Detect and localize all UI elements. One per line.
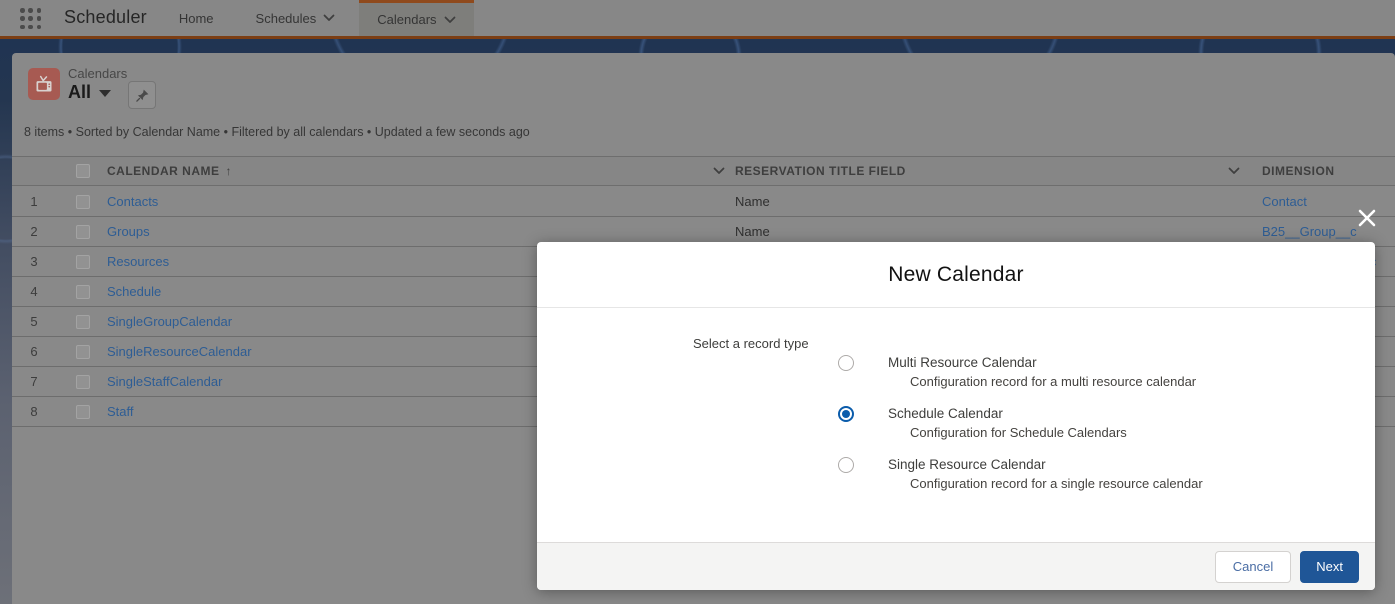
calendar-name-link[interactable]: SingleGroupCalendar bbox=[107, 314, 232, 329]
row-checkbox[interactable] bbox=[76, 254, 90, 269]
record-type-description: Configuration for Schedule Calendars bbox=[910, 425, 1127, 440]
calendar-name-link[interactable]: Staff bbox=[107, 404, 134, 419]
list-status-text: 8 items • Sorted by Calendar Name • Filt… bbox=[24, 125, 530, 139]
list-view-selector[interactable]: All bbox=[68, 82, 112, 103]
table-row: 1 Contacts Name Contact bbox=[12, 187, 1395, 217]
record-type-description: Configuration record for a multi resourc… bbox=[910, 374, 1197, 389]
reservation-title-field-value: Name bbox=[735, 224, 770, 239]
calendar-name-link[interactable]: Contacts bbox=[107, 194, 158, 209]
column-header-dimension[interactable]: DIMENSION bbox=[1262, 164, 1335, 178]
record-type-radio-0[interactable] bbox=[838, 355, 854, 371]
row-number: 4 bbox=[30, 284, 38, 299]
tab-schedules[interactable]: Schedules bbox=[254, 0, 338, 36]
column-header-reservation-title-field[interactable]: RESERVATION TITLE FIELD bbox=[735, 164, 1228, 178]
view-name: All bbox=[68, 82, 92, 102]
record-type-option-multi-resource[interactable]: Multi Resource Calendar Configuration re… bbox=[838, 353, 1203, 391]
calendar-name-link[interactable]: SingleStaffCalendar bbox=[107, 374, 222, 389]
record-type-description: Configuration record for a single resour… bbox=[910, 476, 1203, 491]
record-type-option-single-resource[interactable]: Single Resource Calendar Configuration r… bbox=[838, 455, 1203, 493]
record-type-options: Multi Resource Calendar Configuration re… bbox=[838, 353, 1203, 506]
row-number: 1 bbox=[30, 194, 38, 209]
entity-label: Calendars bbox=[68, 66, 128, 81]
tab-calendars[interactable]: Calendars bbox=[359, 0, 474, 36]
calendar-name-link[interactable]: Resources bbox=[107, 254, 169, 269]
record-type-option-schedule[interactable]: Schedule Calendar Configuration for Sche… bbox=[838, 404, 1203, 442]
row-number: 2 bbox=[30, 224, 38, 239]
row-checkbox[interactable] bbox=[76, 284, 90, 299]
row-checkbox[interactable] bbox=[76, 344, 90, 359]
calendars-object-icon bbox=[28, 68, 60, 100]
calendar-name-link[interactable]: Schedule bbox=[107, 284, 161, 299]
new-calendar-modal: New Calendar Select a record type Multi … bbox=[537, 242, 1375, 590]
list-view-header: Calendars All bbox=[12, 53, 1395, 125]
app-launcher-icon[interactable] bbox=[20, 8, 42, 30]
record-type-radio-1[interactable] bbox=[838, 406, 854, 422]
chevron-down-icon bbox=[444, 16, 455, 23]
calendar-name-link[interactable]: SingleResourceCalendar bbox=[107, 344, 252, 359]
chevron-down-icon bbox=[323, 14, 335, 21]
tab-calendars-label: Calendars bbox=[377, 12, 437, 27]
table-header-row: CALENDAR NAME ↑ RESERVATION TITLE FIELD D… bbox=[12, 156, 1395, 186]
dimension-link[interactable]: Contact bbox=[1262, 194, 1307, 209]
row-number: 8 bbox=[30, 404, 38, 419]
tv-icon bbox=[36, 75, 52, 92]
modal-title: New Calendar bbox=[888, 262, 1024, 286]
row-number: 3 bbox=[30, 254, 38, 269]
next-button[interactable]: Next bbox=[1300, 550, 1359, 583]
app-name: Scheduler bbox=[64, 7, 147, 27]
record-type-label: Schedule Calendar bbox=[888, 406, 1003, 421]
record-type-prompt: Select a record type bbox=[693, 336, 809, 351]
row-number: 6 bbox=[30, 344, 38, 359]
modal-header: New Calendar bbox=[537, 242, 1375, 308]
modal-close-button[interactable] bbox=[1354, 206, 1380, 232]
column-header-calendar-name[interactable]: CALENDAR NAME ↑ bbox=[107, 164, 232, 178]
record-type-label: Multi Resource Calendar bbox=[888, 355, 1037, 370]
row-checkbox[interactable] bbox=[76, 404, 90, 419]
tab-home[interactable]: Home bbox=[177, 0, 216, 36]
global-navigation-bar: Scheduler Home Schedules Calendars bbox=[0, 0, 1395, 36]
dimension-link[interactable]: B25__Group__c bbox=[1262, 224, 1357, 239]
row-checkbox[interactable] bbox=[76, 314, 90, 329]
select-all-checkbox[interactable] bbox=[76, 164, 90, 178]
cancel-button[interactable]: Cancel bbox=[1214, 550, 1292, 583]
view-dropdown-caret-icon bbox=[99, 90, 112, 97]
column-menu-chevron-icon[interactable] bbox=[1228, 167, 1240, 175]
modal-footer: Cancel Next bbox=[537, 542, 1375, 590]
calendar-name-link[interactable]: Groups bbox=[107, 224, 150, 239]
record-type-label: Single Resource Calendar bbox=[888, 457, 1046, 472]
modal-body: Select a record type Multi Resource Cale… bbox=[537, 308, 1375, 542]
pushpin-icon bbox=[135, 89, 148, 102]
row-checkbox[interactable] bbox=[76, 194, 90, 209]
tab-schedules-label: Schedules bbox=[255, 10, 317, 26]
reservation-title-field-value: Name bbox=[735, 194, 770, 209]
row-checkbox[interactable] bbox=[76, 374, 90, 389]
sort-asc-icon: ↑ bbox=[225, 164, 232, 178]
row-number: 7 bbox=[30, 374, 38, 389]
pin-view-button[interactable] bbox=[128, 81, 156, 109]
close-icon bbox=[1358, 209, 1376, 226]
record-type-radio-2[interactable] bbox=[838, 457, 854, 473]
row-checkbox[interactable] bbox=[76, 224, 90, 239]
tab-home-label: Home bbox=[178, 10, 214, 26]
column-menu-chevron-icon[interactable] bbox=[713, 167, 725, 175]
row-number: 5 bbox=[30, 314, 38, 329]
